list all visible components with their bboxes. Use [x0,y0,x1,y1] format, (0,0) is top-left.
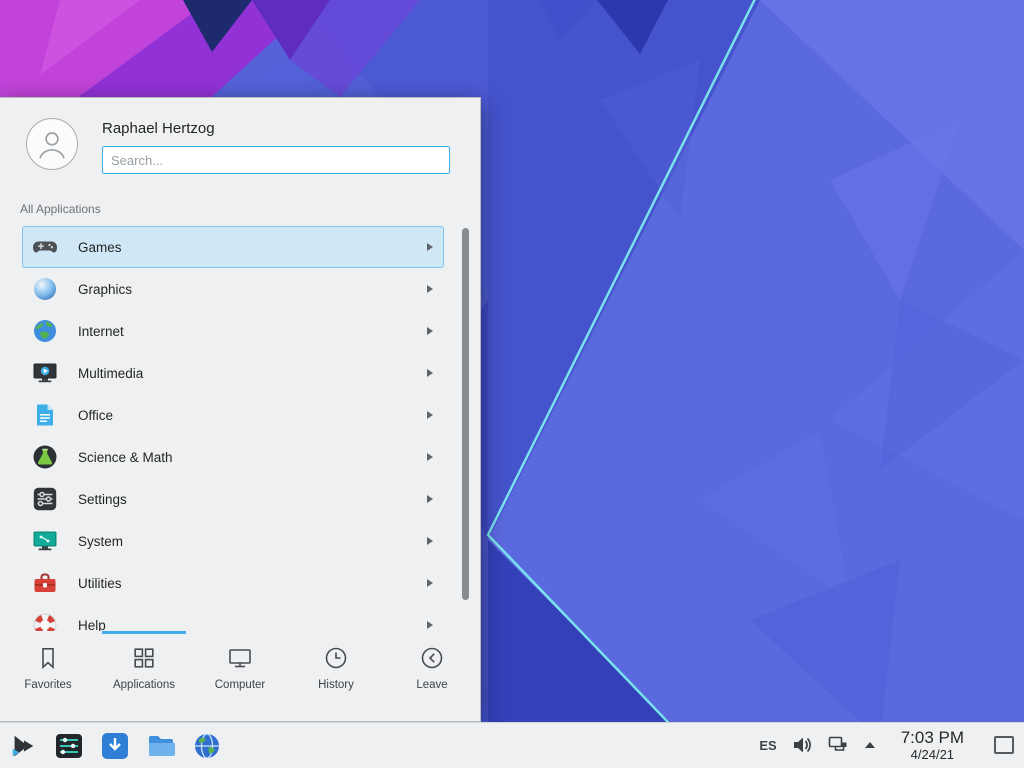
tab-applications[interactable]: Applications [96,631,192,721]
category-label: Multimedia [78,366,143,381]
chevron-right-icon [427,579,433,587]
category-label: Games [78,240,122,255]
category-label: Graphics [78,282,132,297]
chevron-right-icon [427,453,433,461]
category-internet[interactable]: Internet [22,310,444,352]
category-settings[interactable]: Settings [22,478,444,520]
category-help[interactable]: Help [22,604,444,631]
taskbar: ES 7:03 PM 4/24/21 [0,722,1024,768]
keyboard-layout-indicator[interactable]: ES [759,738,776,753]
category-system[interactable]: System [22,520,444,562]
file-manager-icon[interactable] [146,731,176,761]
chevron-right-icon [427,369,433,377]
category-multimedia[interactable]: Multimedia [22,352,444,394]
category-list: Games Graphics [0,226,480,631]
category-office[interactable]: Office [22,394,444,436]
category-label: System [78,534,123,549]
chevron-right-icon [427,411,433,419]
user-icon [35,127,69,161]
category-graphics[interactable]: Graphics [22,268,444,310]
category-utilities[interactable]: Utilities [22,562,444,604]
category-label: Settings [78,492,127,507]
chevron-right-icon [427,621,433,629]
utilities-icon [32,570,58,596]
tab-favorites[interactable]: Favorites [0,631,96,721]
system-icon [32,528,58,554]
category-label: Office [78,408,113,423]
games-icon [32,234,58,260]
category-label: Internet [78,324,124,339]
science-math-icon [32,444,58,470]
category-label: Help [78,618,106,632]
digital-clock[interactable]: 7:03 PM 4/24/21 [901,728,964,762]
tab-label: Leave [416,679,447,691]
software-center-icon[interactable] [100,731,130,761]
section-label-all-applications: All Applications [20,202,480,218]
network-icon[interactable] [827,734,849,756]
leave-icon [419,645,445,671]
tab-computer[interactable]: Computer [192,631,288,721]
user-avatar[interactable] [26,118,78,170]
chevron-right-icon [427,327,433,335]
clock-time: 7:03 PM [901,728,964,748]
launcher-tab-bar: Favorites Applications Computer [0,631,480,721]
search-input[interactable] [102,146,450,174]
tab-label: Favorites [24,679,71,691]
system-tray: ES 7:03 PM 4/24/21 [759,728,1018,762]
applications-icon [131,645,157,671]
clock-date: 4/24/21 [901,748,964,763]
history-icon [323,645,349,671]
chevron-right-icon [427,285,433,293]
chevron-right-icon [427,537,433,545]
category-science-math[interactable]: Science & Math [22,436,444,478]
tab-leave[interactable]: Leave [384,631,480,721]
tab-label: Computer [215,679,266,691]
terminal-icon[interactable] [54,731,84,761]
launcher-header: Raphael Hertzog [0,98,480,176]
category-label: Science & Math [78,450,173,465]
app-launcher-icon[interactable] [8,731,38,761]
category-label: Utilities [78,576,122,591]
application-launcher-popup: Raphael Hertzog All Applications Games [0,97,481,722]
tab-history[interactable]: History [288,631,384,721]
volume-icon[interactable] [791,734,813,756]
favorites-icon [35,645,61,671]
settings-icon [32,486,58,512]
office-icon [32,402,58,428]
taskbar-app-icons [8,731,222,761]
scrollbar-thumb[interactable] [462,228,469,600]
show-desktop-button[interactable] [994,736,1014,754]
chevron-right-icon [427,243,433,251]
chevron-right-icon [427,495,433,503]
internet-icon [32,318,58,344]
computer-icon [227,645,253,671]
user-name: Raphael Hertzog [102,120,450,137]
multimedia-icon [32,360,58,386]
browser-icon[interactable] [192,731,222,761]
expand-tray-icon[interactable] [865,742,875,748]
tab-label: History [318,679,354,691]
tab-label: Applications [113,679,175,691]
help-icon [32,612,58,631]
header-right: Raphael Hertzog [102,118,450,176]
graphics-icon [32,276,58,302]
category-games[interactable]: Games [22,226,444,268]
